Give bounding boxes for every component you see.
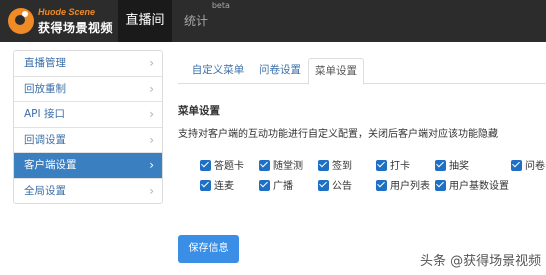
brand-name-cn: 获得场景视频 [38,21,114,35]
checkbox-checked-icon[interactable] [435,159,446,171]
option-sign-in[interactable]: 签到 [318,159,352,174]
checkbox-checked-icon[interactable] [318,159,329,171]
beta-badge: beta [211,1,230,10]
option-label: 打卡 [390,161,410,172]
option-label: 问卷 [525,161,545,172]
sidebar-item-live-management[interactable]: 直播管理 › [14,51,162,77]
sidebar-item-client-settings[interactable]: 客户端设置 › [14,153,162,179]
sidebar-item-label: 直播管理 [24,57,66,69]
option-label: 广播 [273,181,293,192]
option-announcement[interactable]: 公告 [318,179,352,194]
option-mic-link[interactable]: 连麦 [200,179,234,194]
checkbox-checked-icon[interactable] [200,159,211,171]
watermark-text: 头条 @获得场景视频 [420,254,542,269]
section-title: 菜单设置 [178,105,220,117]
checkbox-checked-icon[interactable] [200,179,211,191]
sidebar-item-label: 回放重制 [24,82,66,95]
option-label: 用户列表 [390,181,430,192]
section-description: 支持对客户端的互动功能进行自定义配置，关闭后客户端对应该功能隐藏 [178,129,498,140]
nav-stats-label: 统计 [184,14,209,28]
save-button[interactable]: 保存信息 [178,235,239,263]
top-navbar: Huode Scene 获得场景视频 直播间 统计 beta [0,0,546,42]
option-label: 连麦 [214,181,234,192]
brand-logo[interactable]: Huode Scene 获得场景视频 [8,6,134,36]
checkbox-checked-icon[interactable] [318,179,329,191]
option-label: 公告 [332,181,352,192]
option-lottery[interactable]: 抽奖 [435,159,469,174]
nav-stats[interactable]: 统计 beta [184,0,230,42]
sidebar-item-label: API 接口 [24,108,65,120]
chevron-right-icon: › [149,107,154,121]
sidebar-item-global-settings[interactable]: 全局设置 › [14,179,162,204]
settings-tabs: 自定义菜单 问卷设置 菜单设置 [178,58,546,85]
option-label: 用户基数设置 [449,181,509,192]
option-user-base-settings[interactable]: 用户基数设置 [435,179,509,194]
checkbox-checked-icon[interactable] [376,159,387,171]
option-user-list[interactable]: 用户列表 [376,179,430,194]
brand-name-en: Huode Scene [38,7,96,17]
option-questionnaire[interactable]: 问卷 [511,159,545,174]
checkbox-checked-icon[interactable] [511,159,522,171]
tab-custom-menu[interactable]: 自定义菜单 [186,58,250,84]
option-check-in[interactable]: 打卡 [376,159,410,174]
chevron-right-icon: › [149,132,154,147]
chevron-right-icon: › [149,81,154,96]
option-label: 答题卡 [214,161,244,172]
option-label: 随堂测 [273,161,303,172]
logo-icon [8,8,34,34]
checkbox-checked-icon[interactable] [435,179,446,191]
sidebar-item-callback[interactable]: 回调设置 › [14,128,162,153]
sidebar-item-label: 回调设置 [24,133,66,146]
option-label: 签到 [332,161,352,172]
sidebar-item-api[interactable]: API 接口 › [14,102,162,128]
nav-live-room[interactable]: 直播间 [118,0,172,42]
sidebar-item-replay[interactable]: 回放重制 › [14,77,162,102]
option-label: 抽奖 [449,161,469,172]
checkbox-checked-icon[interactable] [376,179,387,191]
chevron-right-icon: › [149,56,154,70]
option-answer-card[interactable]: 答题卡 [200,159,244,174]
chevron-right-icon: › [149,158,154,172]
tab-menu-settings[interactable]: 菜单设置 [308,58,364,85]
checkbox-checked-icon[interactable] [259,179,270,191]
sidebar-item-label: 全局设置 [24,184,66,197]
checkbox-checked-icon[interactable] [259,159,270,171]
sidebar-item-label: 客户端设置 [24,159,77,171]
option-broadcast[interactable]: 广播 [259,179,293,194]
option-quiz[interactable]: 随堂测 [259,159,303,174]
chevron-right-icon: › [149,183,154,198]
tab-survey-settings[interactable]: 问卷设置 [254,58,306,84]
sidebar-menu: 直播管理 › 回放重制 › API 接口 › 回调设置 › 客户端设置 › 全局… [13,50,163,204]
